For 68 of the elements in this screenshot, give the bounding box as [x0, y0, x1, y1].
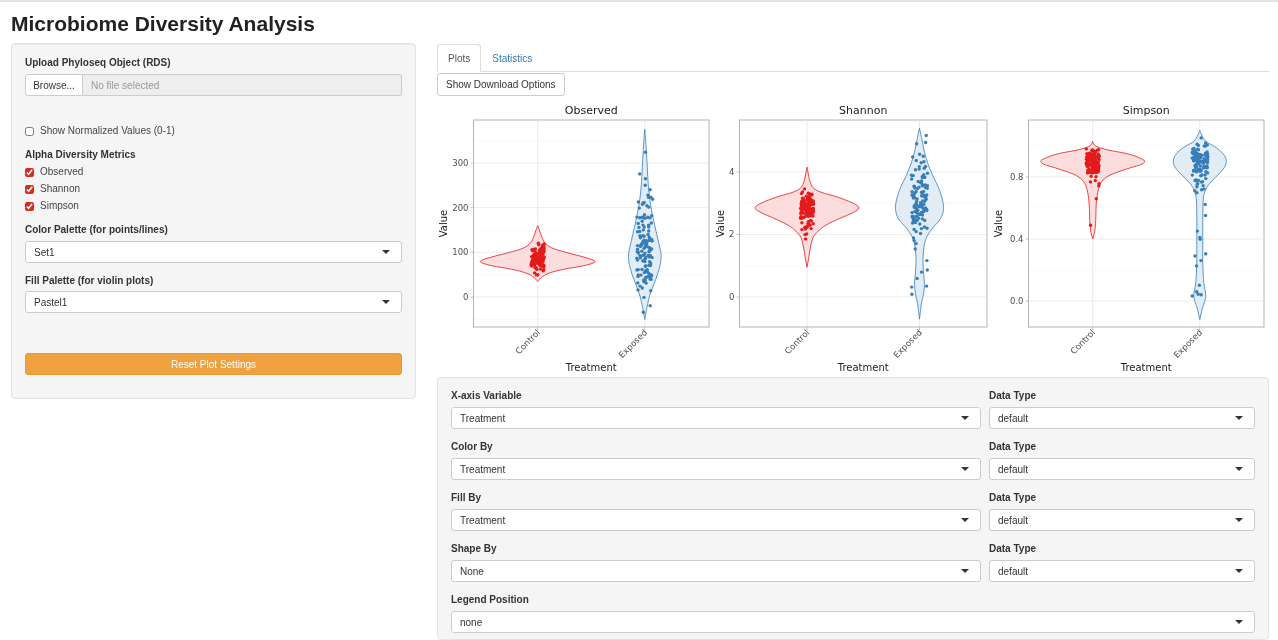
checkbox[interactable] [25, 184, 34, 194]
settings-dropdown[interactable]: None [451, 560, 981, 582]
field-label: X-axis Variable [451, 390, 523, 402]
field-label: Data Type [989, 543, 1038, 555]
data-type-dropdown[interactable]: default [989, 407, 1255, 429]
field-label: Fill Palette (for violin plots) [25, 275, 155, 287]
download-options-button[interactable]: Show Download Options [437, 73, 565, 96]
axis-title: Treatment [1120, 362, 1172, 373]
axis-tick-label: 4 [729, 166, 735, 177]
field-label: Shape By [451, 543, 498, 555]
axis-title: Value [993, 209, 1004, 238]
caret-icon [382, 250, 390, 254]
data-type-dropdown[interactable]: default [989, 509, 1255, 531]
axis-title: Value [715, 209, 726, 238]
axis-tick-label: 0.4 [1009, 234, 1024, 244]
field-label: Legend Position [451, 594, 530, 606]
checkbox-label: Simpson [40, 200, 79, 212]
tab[interactable]: Plots [437, 44, 482, 72]
checkbox[interactable] [25, 201, 34, 211]
field-label: Color Palette (for points/lines) [25, 224, 169, 236]
axis-tick-label: 2 [729, 229, 735, 240]
caret-icon [1235, 569, 1243, 573]
axis-tick-label: 300 [452, 157, 469, 168]
caret-icon [382, 300, 390, 304]
field-label: Upload Phyloseq Object (RDS) [25, 57, 172, 69]
file-name-field[interactable]: No file selected [83, 74, 402, 96]
field-label: Data Type [989, 441, 1038, 453]
plot-title: Shannon [839, 104, 888, 117]
caret-icon [1235, 620, 1243, 624]
axis-title: Treatment [565, 362, 617, 373]
axis-tick-label: 200 [452, 202, 469, 213]
checkbox-label: Shannon [40, 183, 81, 195]
field-label: Fill By [451, 492, 482, 504]
axis-tick-label: 100 [452, 247, 469, 258]
field-label: Color By [451, 441, 494, 453]
checkbox[interactable] [25, 167, 34, 177]
field-label: Data Type [989, 390, 1038, 402]
settings-dropdown[interactable]: Treatment [451, 458, 981, 480]
browse-button[interactable]: Browse... [25, 74, 83, 96]
palette-dropdown[interactable]: Set1 [25, 241, 402, 263]
plot-title: Simpson [1122, 104, 1170, 117]
checkbox-label: Show Normalized Values (0-1) [40, 125, 175, 137]
caret-icon [961, 416, 969, 420]
checkbox-label: Observed [40, 166, 84, 178]
axis-tick-label: 0.0 [1009, 295, 1024, 306]
field-label: Alpha Diversity Metrics [25, 149, 137, 161]
caret-icon [1235, 416, 1243, 420]
axis-title: Treatment [837, 362, 889, 373]
caret-icon [961, 467, 969, 471]
caret-icon [961, 569, 969, 573]
caret-icon [1235, 518, 1243, 522]
settings-dropdown[interactable]: Treatment [451, 509, 981, 531]
data-type-dropdown[interactable]: default [989, 458, 1255, 480]
field-label: Data Type [989, 492, 1038, 504]
tab[interactable]: Statistics [481, 44, 544, 72]
page-title: Microbiome Diversity Analysis [11, 12, 316, 36]
caret-icon [961, 518, 969, 522]
palette-dropdown[interactable]: Pastel1 [25, 291, 402, 313]
settings-dropdown[interactable]: Treatment [451, 407, 981, 429]
plot-title: Observed [564, 104, 618, 117]
axis-tick-label: 0.8 [1009, 172, 1024, 182]
settings-dropdown[interactable]: none [451, 611, 1255, 633]
checkbox[interactable] [25, 126, 34, 136]
axis-tick-label: 0 [729, 292, 735, 302]
data-type-dropdown[interactable]: default [989, 560, 1255, 582]
axis-tick-label: 0 [463, 292, 469, 303]
caret-icon [1235, 467, 1243, 471]
axis-title: Value [438, 209, 449, 238]
